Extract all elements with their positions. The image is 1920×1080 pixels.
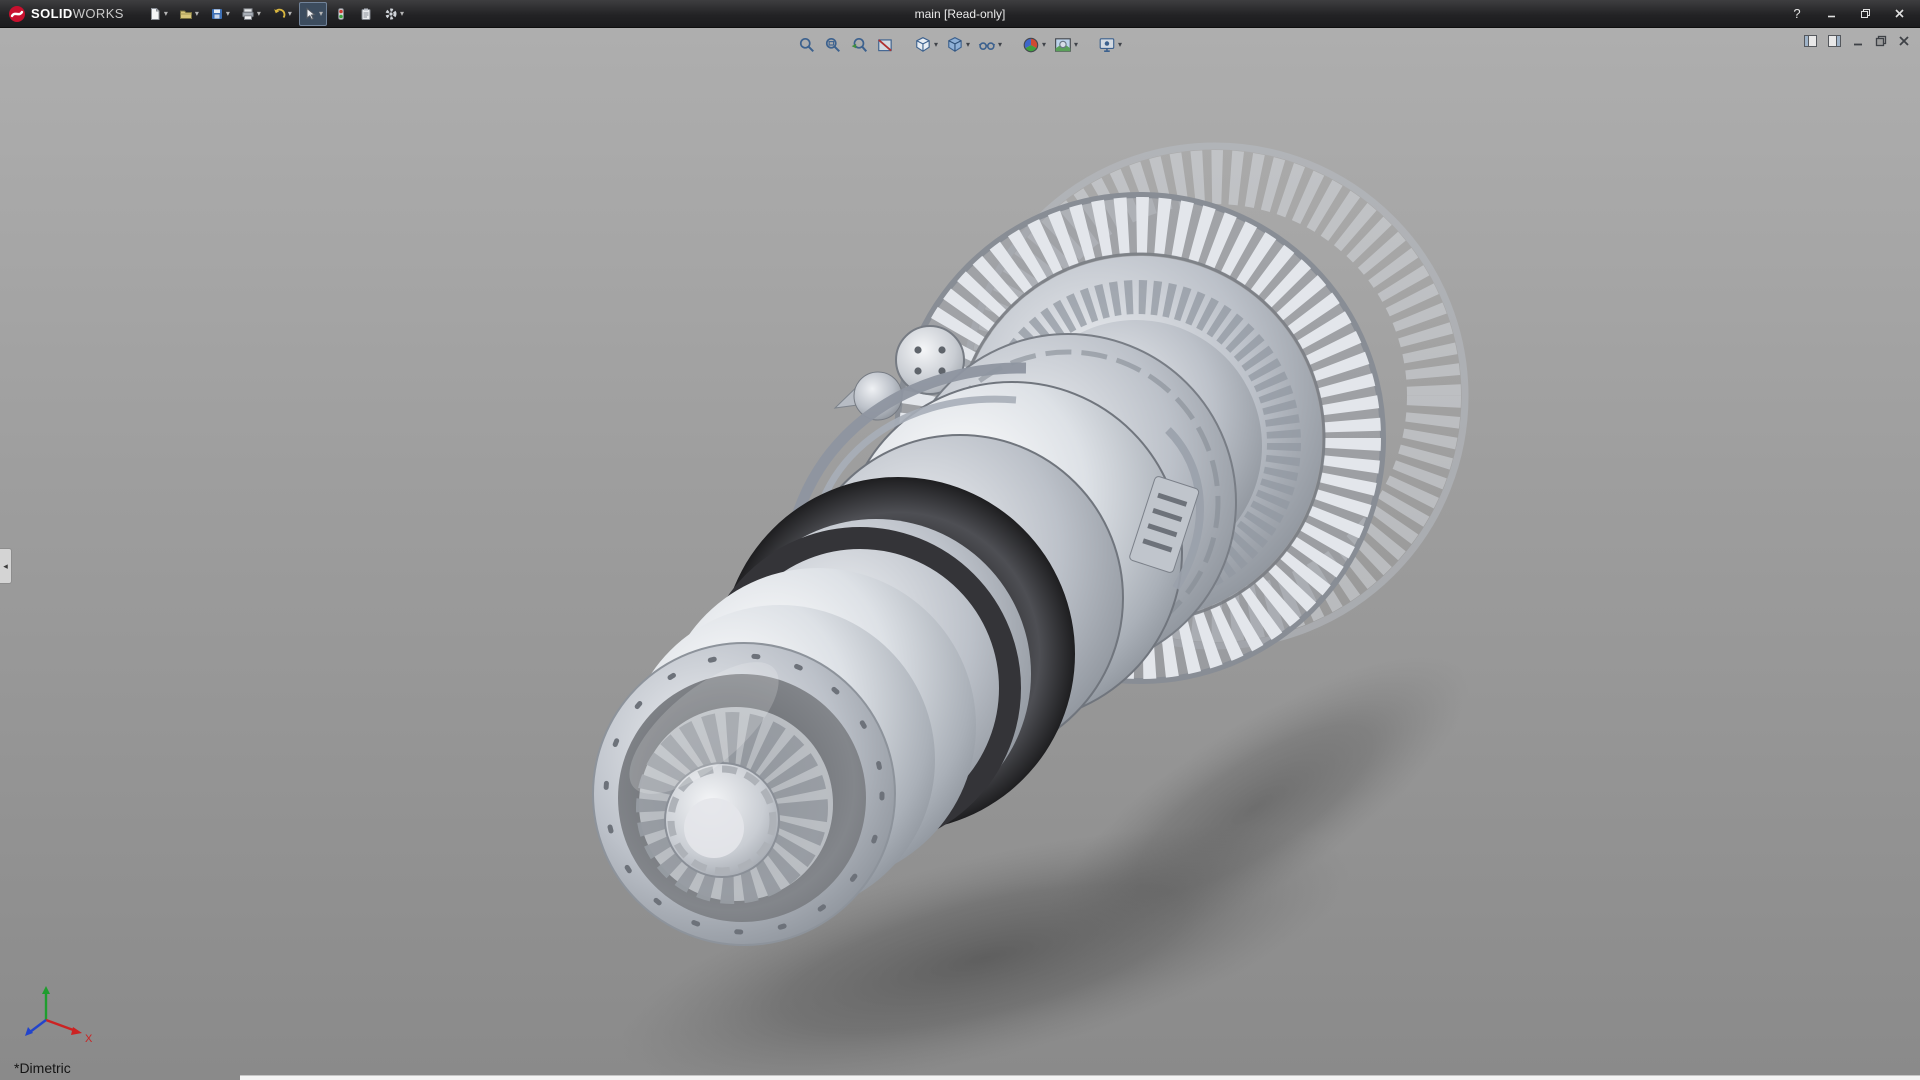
window-controls: ? xyxy=(1784,4,1912,24)
heads-up-view-toolbar: ▾ ▾ ▾ xyxy=(794,34,1126,56)
close-icon xyxy=(1897,34,1911,48)
save-icon xyxy=(210,7,224,21)
dropdown-icon[interactable]: ▾ xyxy=(1074,41,1078,49)
close-document-button[interactable] xyxy=(1896,33,1912,49)
restore-icon xyxy=(1874,34,1888,48)
help-button[interactable]: ? xyxy=(1784,4,1810,24)
zoom-to-fit-icon xyxy=(798,36,816,54)
dropdown-icon[interactable]: ▾ xyxy=(257,10,261,18)
select-button[interactable]: ▾ xyxy=(299,2,327,26)
document-title: main [Read-only] xyxy=(915,7,1006,21)
brand: SOLIDWORKS xyxy=(8,5,124,23)
section-view-button[interactable] xyxy=(874,34,896,56)
dropdown-icon[interactable]: ▾ xyxy=(164,10,168,18)
minimize-icon xyxy=(1851,34,1865,48)
rebuild-button[interactable] xyxy=(330,2,352,26)
new-document-button[interactable]: ▾ xyxy=(144,2,172,26)
minimize-window-button[interactable] xyxy=(1818,4,1844,24)
previous-view-button[interactable] xyxy=(848,34,870,56)
display-style-icon xyxy=(946,36,964,54)
dropdown-icon[interactable]: ▾ xyxy=(319,10,323,18)
open-icon xyxy=(179,7,193,21)
show-task-pane-button[interactable] xyxy=(1826,33,1843,49)
dropdown-icon[interactable]: ▾ xyxy=(1118,41,1122,49)
hide-show-items-button[interactable]: ▾ xyxy=(976,34,1004,56)
dropdown-icon[interactable]: ▾ xyxy=(400,10,404,18)
view-settings-button[interactable]: ▾ xyxy=(1096,34,1124,56)
zoom-to-area-button[interactable] xyxy=(822,34,844,56)
left-pane-icon xyxy=(1803,34,1818,48)
dropdown-icon[interactable]: ▾ xyxy=(1042,41,1046,49)
section-view-icon xyxy=(876,36,894,54)
hide-show-glasses-icon xyxy=(978,36,996,54)
view-orientation-cube-icon xyxy=(914,36,932,54)
restore-window-button[interactable] xyxy=(1852,4,1878,24)
close-icon xyxy=(1894,8,1905,19)
zoom-to-area-icon xyxy=(824,36,842,54)
feature-manager-collapse-tab[interactable]: ◂ xyxy=(0,548,12,584)
minimize-icon xyxy=(1826,8,1837,19)
solidworks-logo-icon xyxy=(8,5,26,23)
rebuild-icon xyxy=(334,7,348,21)
axis-x-label: X xyxy=(85,1033,93,1045)
dropdown-icon[interactable]: ▾ xyxy=(288,10,292,18)
file-properties-icon xyxy=(359,7,373,21)
undo-icon xyxy=(272,7,286,21)
view-orientation-button[interactable]: ▾ xyxy=(912,34,940,56)
help-icon: ? xyxy=(1793,6,1800,21)
print-icon xyxy=(241,7,255,21)
view-settings-icon xyxy=(1098,36,1116,54)
select-cursor-icon xyxy=(303,7,317,21)
right-pane-icon xyxy=(1827,34,1842,48)
reference-triad: X xyxy=(16,980,100,1052)
document-window-controls xyxy=(1802,33,1912,49)
graphics-area[interactable]: ▾ ▾ ▾ xyxy=(0,28,1920,1080)
dropdown-icon[interactable]: ▾ xyxy=(226,10,230,18)
brand-works: WORKS xyxy=(73,6,124,21)
title-bar: SOLIDWORKS ▾ ▾ xyxy=(0,0,1920,28)
print-button[interactable]: ▾ xyxy=(237,2,265,26)
collapse-left-icon: ◂ xyxy=(3,561,8,572)
brand-text: SOLIDWORKS xyxy=(31,6,124,21)
dropdown-icon[interactable]: ▾ xyxy=(966,41,970,49)
options-gear-icon xyxy=(384,7,398,21)
display-style-button[interactable]: ▾ xyxy=(944,34,972,56)
minimize-document-button[interactable] xyxy=(1850,33,1866,49)
edit-appearance-ball-icon xyxy=(1022,36,1040,54)
solidworks-window: SOLIDWORKS ▾ ▾ xyxy=(0,0,1920,1080)
undo-button[interactable]: ▾ xyxy=(268,2,296,26)
show-feature-manager-button[interactable] xyxy=(1802,33,1819,49)
engine-model xyxy=(0,28,1920,1080)
close-window-button[interactable] xyxy=(1886,4,1912,24)
edit-appearance-button[interactable]: ▾ xyxy=(1020,34,1048,56)
zoom-to-fit-button[interactable] xyxy=(796,34,818,56)
view-orientation-label: *Dimetric xyxy=(14,1060,71,1076)
dropdown-icon[interactable]: ▾ xyxy=(998,41,1002,49)
options-button[interactable]: ▾ xyxy=(380,2,408,26)
quick-access-toolbar: ▾ ▾ ▾ xyxy=(144,2,408,26)
dropdown-icon[interactable]: ▾ xyxy=(195,10,199,18)
restore-document-button[interactable] xyxy=(1873,33,1889,49)
brand-solid: SOLID xyxy=(31,6,73,21)
new-document-icon xyxy=(148,7,162,21)
save-button[interactable]: ▾ xyxy=(206,2,234,26)
file-properties-button[interactable] xyxy=(355,2,377,26)
restore-icon xyxy=(1860,8,1871,19)
previous-view-icon xyxy=(850,36,868,54)
apply-scene-button[interactable]: ▾ xyxy=(1052,34,1080,56)
dropdown-icon[interactable]: ▾ xyxy=(934,41,938,49)
open-button[interactable]: ▾ xyxy=(175,2,203,26)
status-strip xyxy=(240,1075,1920,1080)
apply-scene-icon xyxy=(1054,36,1072,54)
